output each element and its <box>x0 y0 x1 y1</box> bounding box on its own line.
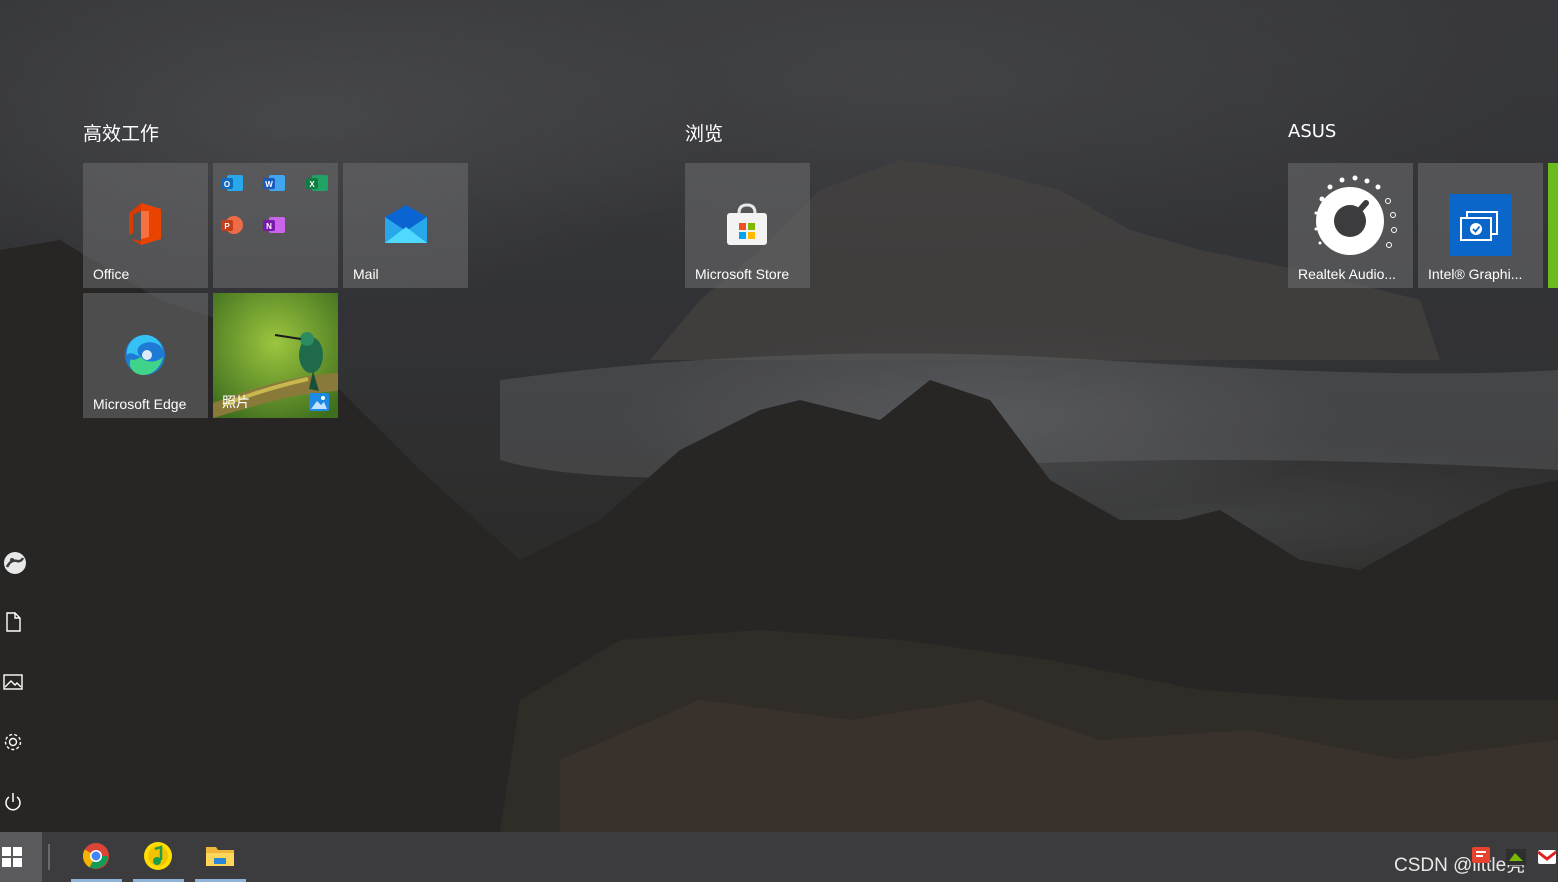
chrome-icon <box>82 843 109 869</box>
svg-text:P: P <box>224 222 230 231</box>
pictures-icon[interactable] <box>3 672 23 692</box>
group-title-browse: 浏览 <box>685 123 724 145</box>
tile-label: Office <box>93 266 130 282</box>
mail-icon <box>385 205 427 243</box>
tile-edge[interactable]: Microsoft Edge <box>83 293 208 418</box>
photos-app-icon <box>309 393 329 411</box>
tile-microsoft-store[interactable]: Microsoft Store <box>685 163 810 288</box>
tile-offscreen-partial[interactable] <box>1548 163 1558 288</box>
power-icon[interactable] <box>3 792 23 812</box>
edge-icon <box>125 334 165 375</box>
svg-text:X: X <box>309 180 315 189</box>
taskbar-app-file-explorer[interactable] <box>195 832 246 882</box>
tile-office[interactable]: Office <box>83 163 208 288</box>
taskbar <box>0 832 1558 882</box>
file-explorer-icon <box>206 847 234 866</box>
tile-label: Microsoft Edge <box>93 396 187 412</box>
store-icon <box>727 203 767 245</box>
tile-office-apps-folder[interactable]: O W X P N <box>213 163 338 288</box>
tile-label: 照片 <box>222 394 250 410</box>
tile-label: Realtek Audio... <box>1298 266 1397 282</box>
realtek-audio-icon <box>1314 175 1397 255</box>
group-title-asus: ASUS <box>1288 121 1337 142</box>
taskbar-app-chrome[interactable] <box>71 832 122 882</box>
outlook-icon: O <box>221 175 243 191</box>
onenote-icon: N <box>263 217 285 233</box>
tray-nvidia-icon[interactable] <box>1506 849 1526 865</box>
windows-logo-icon <box>2 847 22 867</box>
group-title-productivity: 高效工作 <box>83 123 160 145</box>
tile-realtek-audio[interactable]: Realtek Audio... <box>1288 163 1413 288</box>
user-icon[interactable] <box>3 551 27 575</box>
music-app-icon <box>144 842 172 870</box>
tray-app-icon[interactable] <box>1471 845 1491 865</box>
tile-mail[interactable]: Mail <box>343 163 468 288</box>
svg-text:N: N <box>266 222 272 231</box>
taskbar-separator <box>48 844 50 870</box>
taskbar-app-music[interactable] <box>133 832 184 882</box>
svg-text:W: W <box>265 180 273 189</box>
tray-notification-icon[interactable] <box>1536 846 1558 868</box>
documents-icon[interactable] <box>3 612 23 632</box>
intel-graphics-icon <box>1449 194 1512 256</box>
start-button[interactable] <box>0 832 42 882</box>
tile-photos[interactable]: 照片 <box>213 293 338 418</box>
tile-label: Mail <box>353 266 379 282</box>
tile-label: Intel® Graphi... <box>1428 266 1523 282</box>
tile-intel-graphics[interactable]: Intel® Graphi... <box>1418 163 1543 288</box>
powerpoint-icon: P <box>221 216 243 234</box>
word-icon: W <box>263 175 285 191</box>
svg-text:O: O <box>224 180 230 189</box>
settings-icon[interactable] <box>3 732 23 752</box>
office-icon <box>129 203 161 245</box>
excel-icon: X <box>306 175 328 191</box>
tile-label: Microsoft Store <box>695 266 790 282</box>
